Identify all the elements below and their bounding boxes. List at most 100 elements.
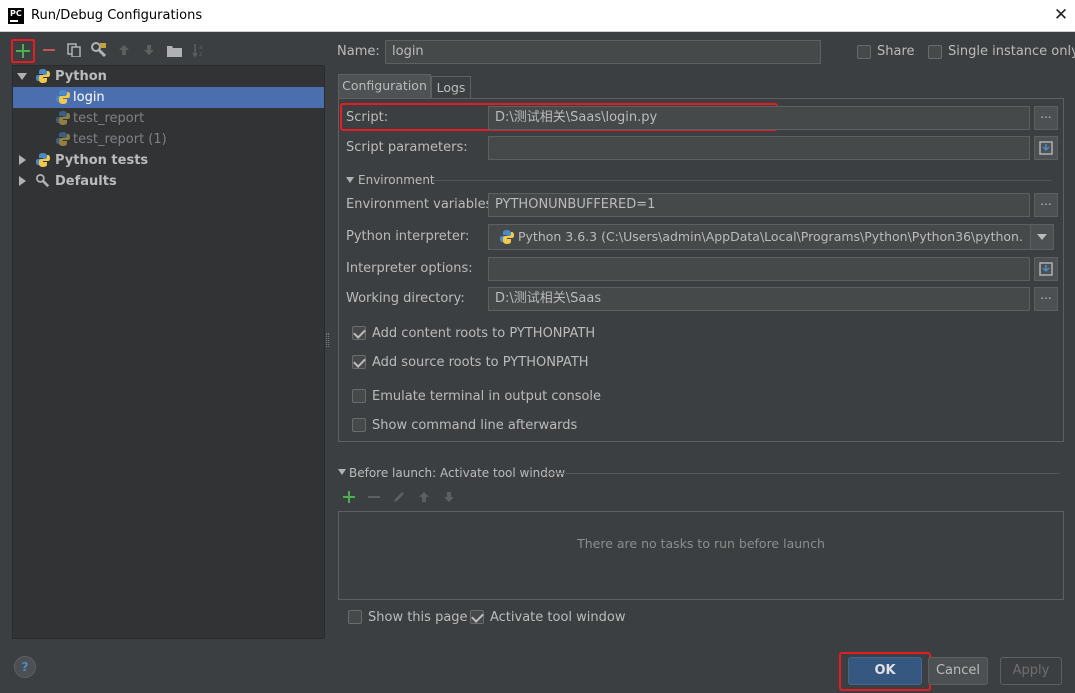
script-path-input[interactable]: D:\测试相关\Saas\login.py xyxy=(488,106,1030,130)
tree-group-python-tests[interactable]: Python tests xyxy=(13,150,324,171)
splitter-handle[interactable] xyxy=(326,333,329,347)
emulate-terminal-label: Emulate terminal in output console xyxy=(372,389,602,404)
tree-item-test-report[interactable]: test_report xyxy=(13,108,324,129)
python-interpreter-label: Python interpreter: xyxy=(346,229,470,244)
collapsed-arrow-icon[interactable] xyxy=(19,176,26,186)
apply-button[interactable]: Apply xyxy=(1000,657,1062,685)
python-file-icon xyxy=(56,132,70,146)
arrow-up-icon xyxy=(419,492,429,502)
remove-icon xyxy=(368,496,380,498)
show-this-page-label: Show this page xyxy=(368,610,468,625)
tree-item-login[interactable]: login xyxy=(13,87,324,108)
show-this-page-checkbox[interactable] xyxy=(348,610,362,624)
add-icon xyxy=(16,44,30,58)
python-interpreter-value: Python 3.6.3 (C:\Users\admin\AppData\Loc… xyxy=(518,229,1023,244)
edit-defaults-button[interactable] xyxy=(90,41,108,59)
svg-text:a: a xyxy=(199,44,203,51)
empty-tasks-text: There are no tasks to run before launch xyxy=(577,536,825,551)
tree-group-python[interactable]: Python xyxy=(13,66,324,87)
script-label: Script: xyxy=(346,110,389,125)
name-input[interactable]: login xyxy=(385,40,821,64)
add-content-roots-checkbox[interactable] xyxy=(352,326,366,340)
share-checkbox[interactable] xyxy=(857,45,871,59)
move-task-down-button[interactable] xyxy=(440,488,458,506)
add-icon xyxy=(343,491,355,503)
cancel-button[interactable]: Cancel xyxy=(928,657,988,685)
remove-configuration-button[interactable] xyxy=(40,41,58,59)
add-task-button[interactable] xyxy=(340,488,358,506)
python-tests-icon xyxy=(36,153,50,167)
expand-field-icon xyxy=(1039,262,1053,276)
add-source-roots-checkbox[interactable] xyxy=(352,355,366,369)
tree-group-label: Python tests xyxy=(55,153,149,168)
close-icon[interactable]: ✕ xyxy=(1052,5,1070,25)
single-instance-label: Single instance only xyxy=(948,44,1075,59)
svg-text:z: z xyxy=(199,51,202,57)
tree-group-defaults[interactable]: Defaults xyxy=(13,171,324,192)
script-parameters-label: Script parameters: xyxy=(346,140,468,155)
emulate-terminal-checkbox[interactable] xyxy=(352,389,366,403)
edit-task-button[interactable] xyxy=(390,488,408,506)
title-bar: PC Run/Debug Configurations ✕ xyxy=(0,0,1075,32)
arrow-down-icon xyxy=(144,45,154,55)
arrow-up-icon xyxy=(119,45,129,55)
before-launch-title: Before launch: Activate tool window xyxy=(349,466,566,480)
section-divider xyxy=(432,180,1052,181)
tree-group-label: Defaults xyxy=(55,174,117,189)
chevron-down-icon xyxy=(1037,234,1047,240)
tab-logs[interactable]: Logs xyxy=(431,76,471,98)
expand-field-icon xyxy=(1039,141,1053,155)
arrow-down-icon xyxy=(444,492,454,502)
add-source-roots-label: Add source roots to PYTHONPATH xyxy=(372,355,589,370)
show-command-line-label: Show command line afterwards xyxy=(372,418,578,433)
move-up-button[interactable] xyxy=(115,41,133,59)
window-title: Run/Debug Configurations xyxy=(31,8,203,23)
share-label: Share xyxy=(877,44,915,59)
dropdown-button[interactable] xyxy=(1030,225,1053,249)
help-button[interactable]: ? xyxy=(14,656,36,678)
copy-icon xyxy=(67,43,81,57)
collapse-arrow-icon[interactable] xyxy=(346,177,354,183)
sort-button[interactable]: az xyxy=(190,41,208,59)
working-directory-label: Working directory: xyxy=(346,291,465,306)
move-down-button[interactable] xyxy=(140,41,158,59)
collapsed-arrow-icon[interactable] xyxy=(19,155,26,165)
wrench-icon xyxy=(36,174,50,188)
python-interpreter-select[interactable]: Python 3.6.3 (C:\Users\admin\AppData\Loc… xyxy=(488,224,1054,250)
remove-icon xyxy=(43,49,55,51)
copy-configuration-button[interactable] xyxy=(65,41,83,59)
browse-working-dir-button[interactable]: ... xyxy=(1034,287,1058,311)
pycharm-logo-icon: PC xyxy=(8,8,24,24)
tree-item-test-report-1[interactable]: test_report (1) xyxy=(13,129,324,150)
show-command-line-checkbox[interactable] xyxy=(352,418,366,432)
folder-icon xyxy=(166,45,182,57)
interpreter-options-input[interactable] xyxy=(488,257,1030,281)
sort-icon: az xyxy=(192,44,203,57)
expand-interpreter-options-button[interactable] xyxy=(1034,257,1058,281)
section-divider xyxy=(546,473,1060,474)
tree-item-label: login xyxy=(73,90,105,105)
expanded-arrow-icon[interactable] xyxy=(17,73,27,80)
environment-section-title: Environment xyxy=(358,173,435,187)
expand-parameters-button[interactable] xyxy=(1034,136,1058,160)
python-file-icon xyxy=(56,90,70,104)
add-content-roots-label: Add content roots to PYTHONPATH xyxy=(372,326,596,341)
remove-task-button[interactable] xyxy=(365,488,383,506)
ok-button[interactable]: OK xyxy=(848,657,922,685)
tab-configuration[interactable]: Configuration xyxy=(338,74,431,98)
edit-env-vars-button[interactable]: ... xyxy=(1034,193,1058,217)
folder-button[interactable] xyxy=(165,41,183,59)
working-directory-input[interactable]: D:\测试相关\Saas xyxy=(488,287,1030,311)
add-configuration-button[interactable] xyxy=(11,39,35,63)
move-task-up-button[interactable] xyxy=(415,488,433,506)
activate-tool-window-label: Activate tool window xyxy=(490,610,626,625)
python-icon xyxy=(500,230,514,244)
tree-item-label: test_report xyxy=(73,111,145,126)
collapse-arrow-icon[interactable] xyxy=(338,469,346,475)
browse-script-button[interactable]: ... xyxy=(1034,106,1058,130)
single-instance-checkbox[interactable] xyxy=(928,45,942,59)
environment-variables-input[interactable]: PYTHONUNBUFFERED=1 xyxy=(488,193,1030,217)
activate-tool-window-checkbox[interactable] xyxy=(470,610,484,624)
tree-item-label: test_report (1) xyxy=(73,132,167,147)
script-parameters-input[interactable] xyxy=(488,136,1030,160)
